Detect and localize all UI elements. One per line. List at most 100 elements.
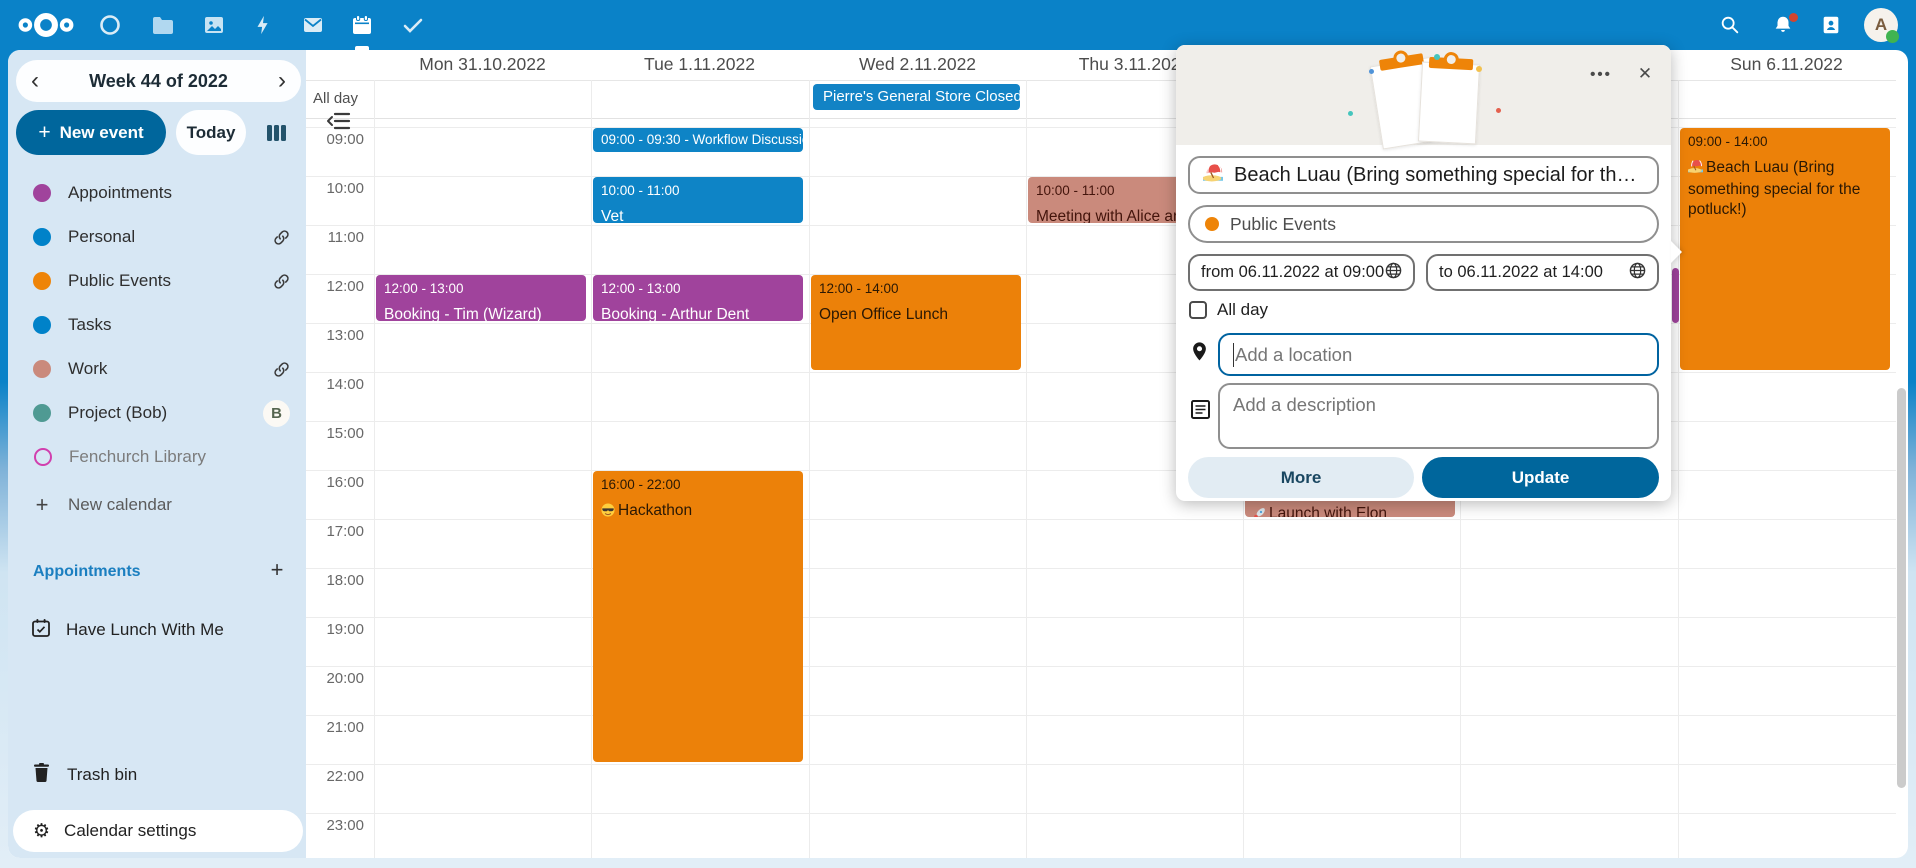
next-week-button[interactable]: › (265, 60, 299, 102)
new-event-button[interactable]: + New event (16, 110, 166, 155)
event-workflow-discussion[interactable]: 09:00 - 09:30 - Workflow Discussion (593, 128, 803, 152)
tasks-app-icon[interactable] (391, 0, 435, 50)
add-appointment-button[interactable]: + (260, 555, 294, 585)
allday-label: All day (313, 90, 358, 107)
allday-event-pierres-store-closed[interactable]: Pierre's General Store Closed! (813, 84, 1020, 110)
event-title-input[interactable]: Beach Luau (Bring something special for … (1188, 156, 1659, 194)
hour-label: 10:00 (306, 180, 364, 197)
event-hackathon[interactable]: 16:00 - 22:00Hackathon (593, 471, 803, 762)
day-header[interactable]: Sun 6.11.2022 (1678, 54, 1895, 75)
column-divider (374, 80, 375, 858)
calendar-picker-select[interactable]: Public Events (1188, 205, 1659, 243)
clipboard-illustration (1346, 49, 1506, 145)
dashboard-app-icon[interactable] (88, 0, 132, 50)
calendar-name: Project (Bob) (68, 403, 263, 423)
contacts-icon[interactable] (1809, 0, 1853, 50)
hour-gridline (306, 568, 1896, 569)
share-link-icon[interactable] (273, 361, 290, 378)
hour-label: 12:00 (306, 278, 364, 295)
timezone-globe-icon[interactable] (1385, 262, 1402, 284)
share-link-icon[interactable] (273, 273, 290, 290)
end-datetime-input[interactable]: to 06.11.2022 at 14:00 (1426, 254, 1659, 291)
calendar-color-dot[interactable] (33, 360, 51, 378)
appointment-calendar-icon (31, 618, 51, 643)
calendar-color-dot[interactable] (33, 228, 51, 246)
files-app-icon[interactable] (140, 0, 184, 50)
column-divider (591, 80, 592, 858)
sidebar-calendar-fenchurch-library[interactable]: Fenchurch Library (8, 435, 306, 479)
vertical-scrollbar[interactable] (1897, 388, 1906, 788)
popup-close-button[interactable]: ✕ (1628, 57, 1662, 91)
event-vet[interactable]: 10:00 - 11:00Vet (593, 177, 803, 223)
appointment-item[interactable]: Have Lunch With Me (8, 608, 306, 652)
column-divider (809, 80, 810, 858)
all-day-checkbox[interactable] (1189, 301, 1207, 319)
hour-label: 21:00 (306, 719, 364, 736)
calendar-color-dot[interactable] (33, 316, 51, 334)
view-mode-button[interactable] (256, 113, 296, 153)
start-datetime-input[interactable]: from 06.11.2022 at 09:00 (1188, 254, 1415, 291)
share-link-icon[interactable] (273, 229, 290, 246)
sidebar-calendar-tasks[interactable]: Tasks (8, 303, 306, 347)
confetti-dot (1348, 111, 1353, 116)
timezone-globe-icon[interactable] (1629, 262, 1646, 284)
beach-umbrella-emoji (1688, 159, 1703, 180)
hour-label: 11:00 (306, 229, 364, 246)
popup-more-menu-button[interactable]: ••• (1584, 57, 1618, 91)
sidebar-calendar-public-events[interactable]: Public Events (8, 259, 306, 303)
new-calendar-button[interactable]: + New calendar (8, 483, 306, 527)
photos-app-icon[interactable] (192, 0, 236, 50)
app-root: A ‹ Week 44 of 2022 › + New event Today … (0, 0, 1916, 868)
update-button[interactable]: Update (1422, 457, 1659, 498)
calendar-settings-button[interactable]: ⚙ Calendar settings (13, 810, 303, 852)
rocket-emoji (1253, 506, 1266, 517)
sidebar-datepicker-toggle-icon[interactable] (326, 110, 354, 134)
event-beach-luau[interactable]: 09:00 - 14:00Beach Luau (Bring something… (1680, 128, 1890, 370)
day-header[interactable]: Wed 2.11.2022 (809, 54, 1026, 75)
hour-label: 20:00 (306, 670, 364, 687)
sidebar-calendar-personal[interactable]: Personal (8, 215, 306, 259)
calendar-app-icon[interactable] (340, 0, 384, 50)
online-status-dot (1886, 30, 1899, 43)
calendar-color-dot[interactable] (33, 184, 51, 202)
trash-bin-button[interactable]: Trash bin (8, 753, 306, 797)
search-icon[interactable] (1708, 0, 1752, 50)
calendar-color-dot[interactable] (33, 272, 51, 290)
hour-gridline (306, 519, 1896, 520)
notification-dot (1789, 13, 1798, 22)
hour-label: 23:00 (306, 817, 364, 834)
calendar-name: Appointments (68, 183, 306, 203)
sunglasses-emoji (601, 503, 615, 523)
location-input[interactable]: Add a location (1218, 333, 1659, 376)
sidebar-calendar-appointments[interactable]: Appointments (8, 171, 306, 215)
day-header[interactable]: Mon 31.10.2022 (374, 54, 591, 75)
day-header[interactable]: Tue 1.11.2022 (591, 54, 808, 75)
sidebar-calendar-project-bob-[interactable]: Project (Bob)B (8, 391, 306, 435)
more-button[interactable]: More (1188, 457, 1414, 498)
nextcloud-logo[interactable] (16, 9, 76, 41)
calendar-color-dot[interactable] (33, 404, 51, 422)
calendar-name: Personal (68, 227, 273, 247)
event-partially-covered-event[interactable] (1672, 268, 1679, 323)
gear-icon: ⚙ (33, 820, 50, 843)
calendar-sidebar: ‹ Week 44 of 2022 › + New event Today Ap… (8, 50, 306, 858)
previous-week-button[interactable]: ‹ (18, 60, 52, 102)
event-booking-arthur-dent[interactable]: 12:00 - 13:00Booking - Arthur Dent (593, 275, 803, 321)
calendar-color-dot[interactable] (34, 448, 52, 466)
description-textarea[interactable]: Add a description (1218, 383, 1659, 449)
sidebar-calendar-work[interactable]: Work (8, 347, 306, 391)
top-navbar: A (0, 0, 1916, 50)
activity-app-icon[interactable] (241, 0, 285, 50)
hour-label: 14:00 (306, 376, 364, 393)
trash-icon (33, 763, 50, 787)
calendar-name: Fenchurch Library (69, 447, 306, 467)
plus-icon: + (33, 492, 51, 518)
event-open-office-lunch[interactable]: 12:00 - 14:00Open Office Lunch (811, 275, 1021, 370)
mail-app-icon[interactable] (291, 0, 335, 50)
column-divider (1026, 80, 1027, 858)
today-button[interactable]: Today (176, 110, 246, 155)
hour-label: 18:00 (306, 572, 364, 589)
event-booking-tim-wizard[interactable]: 12:00 - 13:00Booking - Tim (Wizard) (376, 275, 586, 321)
hour-label: 17:00 (306, 523, 364, 540)
notifications-bell-icon[interactable] (1761, 0, 1805, 50)
